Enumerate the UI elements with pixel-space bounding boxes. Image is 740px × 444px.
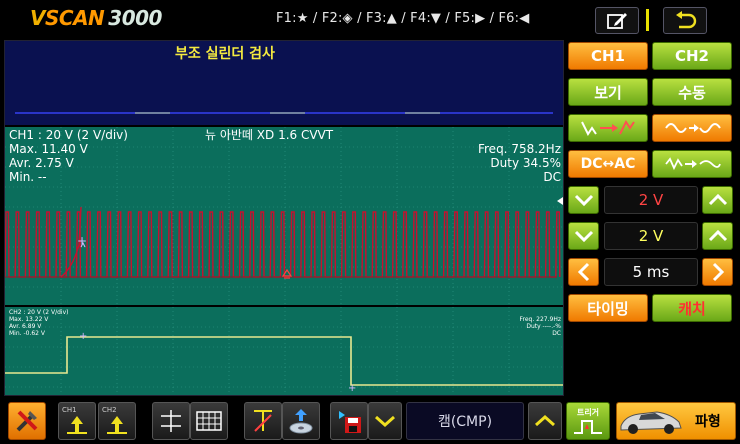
timing-button[interactable]: 타이밍: [568, 294, 648, 322]
grid-button[interactable]: [190, 402, 228, 440]
dc-ac-button[interactable]: DC↔AC: [568, 150, 648, 178]
save-button[interactable]: [330, 402, 368, 440]
ch2-min-marker: +: [348, 383, 356, 394]
time-decrease-button[interactable]: [568, 258, 599, 286]
ch1-volt-up-button[interactable]: [702, 186, 733, 214]
ch2-position-button[interactable]: CH2: [98, 402, 136, 440]
back-button[interactable]: [663, 7, 707, 34]
ch1-max: Max. 11.40 V: [9, 142, 88, 156]
chevron-right-icon: [712, 262, 724, 282]
capture-button[interactable]: 캐치: [652, 294, 732, 322]
ch1-freq: Freq. 758.2Hz: [477, 142, 561, 156]
trigger-button[interactable]: 트리거: [566, 402, 610, 440]
ch1-trace-panel[interactable]: + CH1 : 20 V (2 V/div) 뉴 아반떼 XD 1.6 CVVT…: [5, 127, 563, 305]
disc-load-icon: [289, 409, 313, 434]
ch2-min: Min. -0.62 V: [9, 330, 45, 337]
chevron-left-icon: [577, 262, 589, 282]
manual-button[interactable]: 수동: [652, 78, 732, 106]
ch1-scale-label: CH1 : 20 V (2 V/div): [9, 128, 128, 142]
function-key-legend: F1:★ / F2:◈ / F3:▲ / F4:▼ / F5:▶ / F6:◀: [276, 11, 530, 26]
measure-button[interactable]: [244, 402, 282, 440]
car-icon: [620, 411, 682, 434]
ch1-trace-line: [5, 211, 561, 278]
ch1-button[interactable]: CH1: [568, 42, 648, 70]
vehicle-label: 뉴 아반떼 XD 1.6 CVVT: [205, 128, 334, 142]
chevron-down-icon: [375, 415, 395, 428]
ch2-waveform: ++: [5, 331, 563, 394]
ch1-position-label: CH1: [62, 406, 77, 414]
ch1-volt-value: 2 V: [604, 186, 698, 214]
cursor-lines-icon: [161, 410, 181, 432]
header-bar: VSCAN 3000 F1:★ / F2:◈ / F3:▲ / F4:▼ / F5…: [0, 0, 740, 40]
ch2-volt-down-button[interactable]: [568, 222, 599, 250]
time-increase-button[interactable]: [702, 258, 733, 286]
ch2-volt-up-button[interactable]: [702, 222, 733, 250]
load-button[interactable]: [282, 402, 320, 440]
tools-icon: [16, 410, 38, 432]
header-separator: [646, 9, 649, 31]
overview-trace: [15, 112, 553, 114]
arrow-up-bar-icon: [107, 416, 127, 434]
invert-button[interactable]: [652, 114, 732, 142]
invert-icon: [665, 123, 721, 133]
tools-button[interactable]: [8, 402, 46, 440]
oscilloscope-display: 부조 실린더 검사 + CH1 : 20 V (2 V/div) 뉴 아반떼 X…: [4, 40, 564, 396]
trigger-prev-button[interactable]: [368, 402, 402, 440]
ch2-duty: Duty ----.-%: [526, 323, 561, 330]
chevron-up-icon: [535, 414, 555, 427]
ch2-trace-panel[interactable]: + + CH2 : 20 V (2 V/div) Max. 13.22 V Avr…: [5, 307, 563, 395]
ch1-position-button[interactable]: CH1: [58, 402, 96, 440]
return-icon: [676, 10, 697, 28]
ch1-level-marker: [557, 197, 563, 205]
chevron-up-icon: [708, 229, 727, 242]
ch2-trace-line: [5, 336, 563, 386]
filter-icon: [665, 157, 721, 171]
grid-icon: [196, 411, 222, 431]
edit-icon: [607, 12, 627, 29]
waveform-label: 파형: [695, 414, 721, 430]
view-button[interactable]: 보기: [568, 78, 648, 106]
save-floppy-icon: [339, 411, 361, 433]
time-base-value: 5 ms: [604, 258, 698, 286]
trigger-next-button[interactable]: [528, 402, 562, 440]
trigger-channel-display[interactable]: 캠(CMP): [406, 402, 524, 440]
ch2-max-marker: +: [79, 331, 87, 342]
app-logo: VSCAN 3000: [30, 6, 162, 30]
ch2-scale-label: CH2 : 20 V (2 V/div): [9, 309, 69, 316]
measure-icon: [254, 410, 272, 432]
ch2-freq: Freq. 227.9Hz: [519, 316, 561, 323]
trigger-edge-icon: [574, 419, 602, 434]
trigger-slope-button[interactable]: [568, 114, 648, 142]
ch1-min: Min. --: [9, 170, 47, 184]
ch2-avr: Avr. 6.89 V: [9, 323, 42, 330]
waveform-button[interactable]: 파형: [616, 402, 736, 440]
arrow-up-bar-icon: [67, 416, 87, 434]
ch2-max: Max. 13.22 V: [9, 316, 49, 323]
ch2-button[interactable]: CH2: [652, 42, 732, 70]
ch2-position-label: CH2: [102, 406, 117, 414]
cursor-button[interactable]: [152, 402, 190, 440]
ch1-volt-down-button[interactable]: [568, 186, 599, 214]
chevron-down-icon: [574, 194, 593, 207]
ch2-volt-value: 2 V: [604, 222, 698, 250]
ch1-coupling: DC: [543, 170, 561, 184]
edit-button[interactable]: [595, 7, 639, 34]
slope-icon: [581, 120, 635, 136]
ch1-duty: Duty 34.5%: [490, 156, 561, 170]
trigger-label: 트리거: [576, 407, 600, 417]
ch1-avr: Avr. 2.75 V: [9, 156, 74, 170]
chevron-up-icon: [708, 193, 727, 206]
chevron-down-icon: [574, 230, 593, 243]
ch2-coupling: DC: [552, 330, 561, 337]
filter-button[interactable]: [652, 150, 732, 178]
overview-strip: 부조 실린더 검사: [5, 41, 563, 125]
